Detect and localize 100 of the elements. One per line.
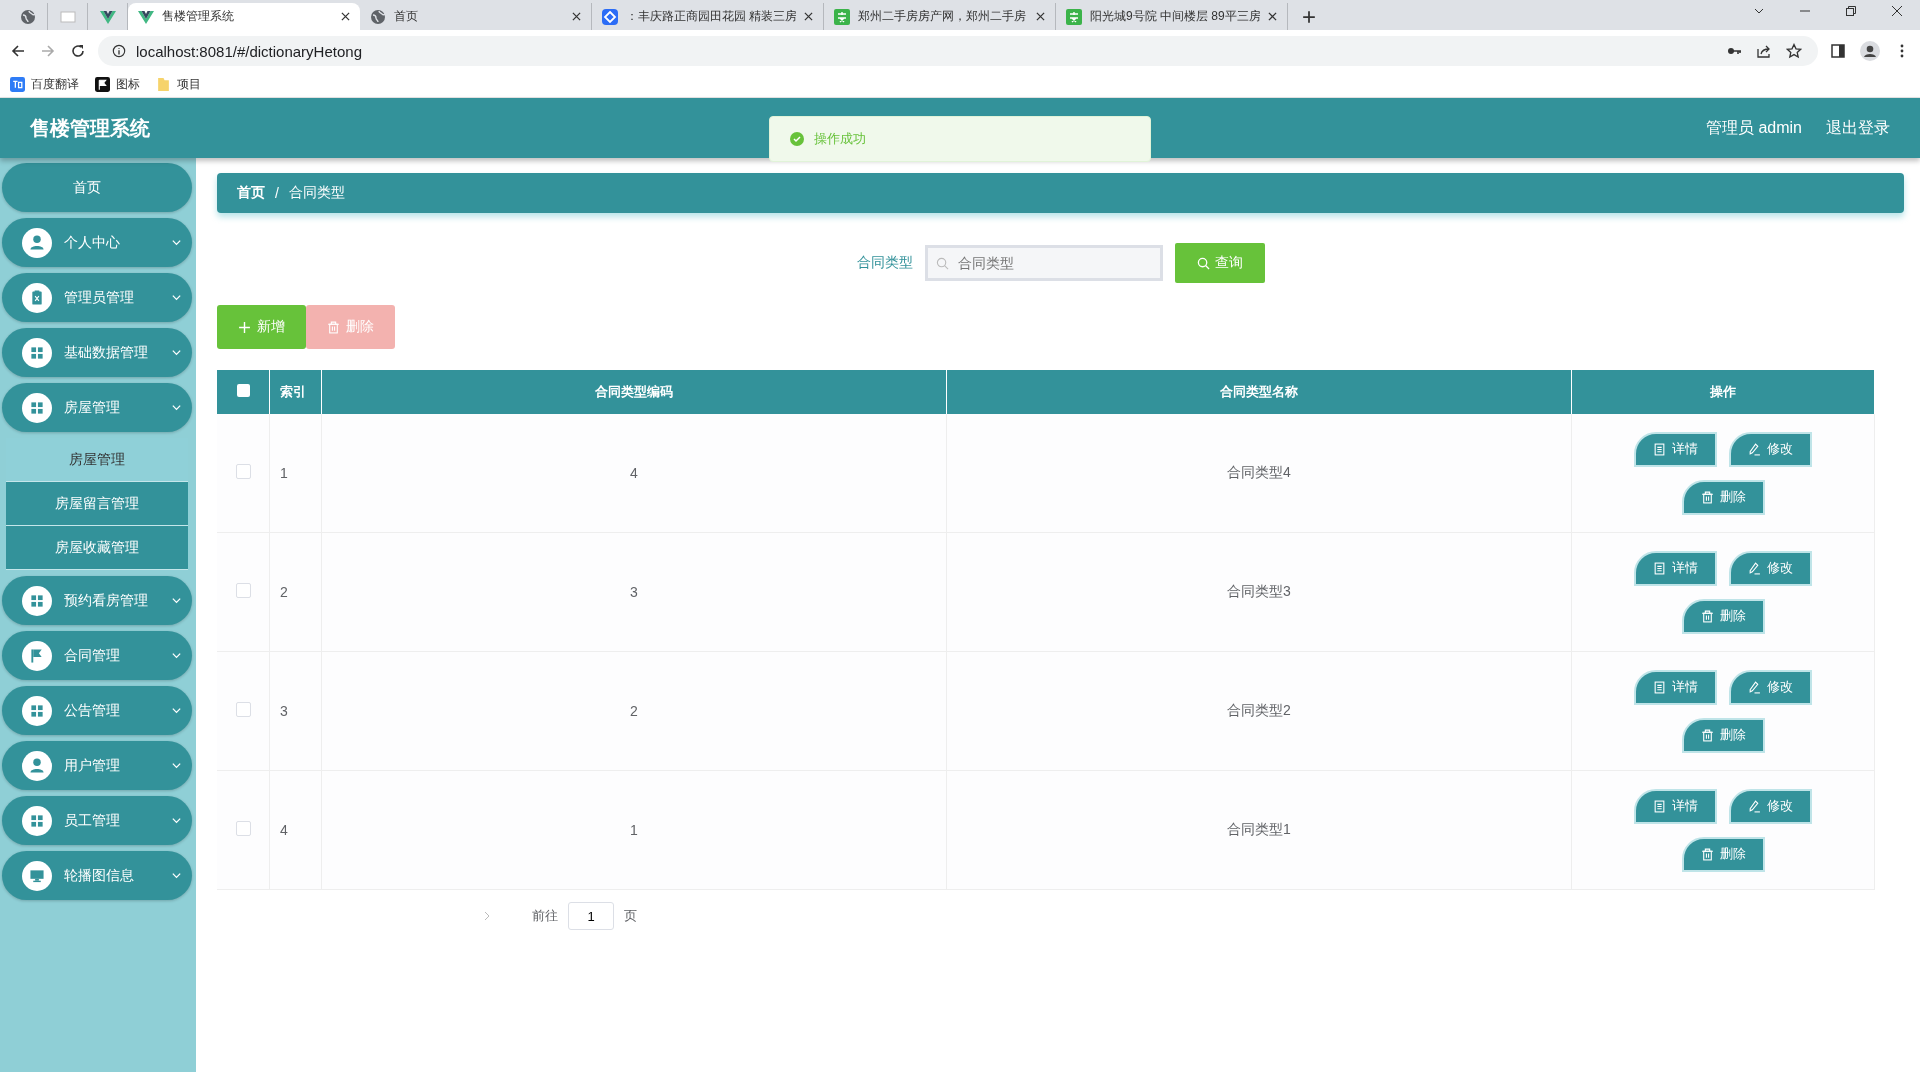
person-icon <box>22 750 52 781</box>
submenu-item[interactable]: 房屋收藏管理 <box>6 526 188 570</box>
bookmark[interactable]: 图标 <box>95 76 140 93</box>
submenu-item[interactable]: 房屋留言管理 <box>6 482 188 526</box>
search-field[interactable]: 合同类型 <box>924 245 1163 281</box>
close-icon[interactable] <box>1268 12 1277 21</box>
profile-icon[interactable] <box>1858 39 1882 63</box>
chevron-icon <box>171 237 182 248</box>
side-panel-icon[interactable] <box>1828 41 1848 61</box>
trash-icon <box>1700 847 1714 861</box>
grid-icon <box>22 337 52 368</box>
chevron-icon <box>171 402 182 413</box>
menu-item[interactable]: 房屋管理 <box>2 383 192 432</box>
close-icon[interactable] <box>1891 5 1903 17</box>
pencil-icon <box>1748 799 1761 813</box>
row-checkbox[interactable] <box>235 583 251 598</box>
v-logo-icon <box>138 8 154 25</box>
page-suffix: 页 <box>624 907 637 925</box>
row-checkbox[interactable] <box>235 821 251 836</box>
new-tab-icon[interactable] <box>1302 10 1316 24</box>
menu-item[interactable]: 管理员管理 <box>2 273 192 322</box>
delete-button[interactable]: 删除 <box>1681 717 1765 753</box>
delete-button[interactable]: 删除 <box>1681 836 1765 872</box>
delete-button[interactable]: 删除 <box>1681 598 1765 634</box>
document-icon <box>1653 442 1666 456</box>
menu-item[interactable]: 公告管理 <box>2 686 192 735</box>
site-logo-icon <box>602 8 618 25</box>
breadcrumb-current: 合同类型 <box>288 184 345 202</box>
table-cell: 合同类型4 <box>1227 464 1291 480</box>
menu-item[interactable]: 首页 <box>2 163 192 212</box>
detail-button[interactable]: 详情 <box>1634 550 1717 586</box>
menu-item[interactable]: 预约看房管理 <box>2 576 192 625</box>
browser-tab[interactable]: 售楼管理系统 <box>128 3 360 30</box>
page-input[interactable]: 1 <box>568 902 614 930</box>
search-button[interactable]: 查询 <box>1174 243 1265 283</box>
breadcrumb-link[interactable]: 首页 <box>237 184 265 202</box>
close-icon[interactable] <box>341 12 350 21</box>
site-logo-icon <box>834 8 850 25</box>
document-icon <box>1653 799 1666 813</box>
pencil-icon <box>1748 561 1761 575</box>
search-icon <box>1196 256 1210 270</box>
detail-button[interactable]: 详情 <box>1634 669 1717 705</box>
menu-item[interactable]: 合同管理 <box>2 631 192 680</box>
logout-link[interactable]: 退出登录 <box>1826 117 1890 139</box>
info-icon <box>112 44 126 58</box>
clipboard-icon <box>22 282 52 313</box>
pencil-icon <box>1748 680 1761 694</box>
menu-item[interactable]: 轮播图信息 <box>2 851 192 900</box>
trash-icon <box>1700 728 1714 742</box>
site-logo-icon <box>1066 8 1082 25</box>
v-logo-icon <box>99 8 116 25</box>
detail-button[interactable]: 详情 <box>1634 788 1717 824</box>
row-checkbox[interactable] <box>235 702 251 717</box>
edit-button[interactable]: 修改 <box>1729 431 1812 467</box>
user-name: 管理员 admin <box>1705 117 1802 138</box>
add-button[interactable]: 新增 <box>217 305 306 349</box>
table-cell: 合同类型2 <box>1227 702 1291 718</box>
person-icon <box>22 227 52 258</box>
translate-icon <box>10 77 25 92</box>
table-cell: 4 <box>280 822 288 838</box>
menu-item[interactable]: 用户管理 <box>2 741 192 790</box>
chevron-icon <box>171 347 182 358</box>
row-checkbox[interactable] <box>235 464 251 479</box>
page-icon <box>59 8 76 25</box>
check-circle-icon <box>790 132 804 146</box>
document-icon <box>1653 680 1666 694</box>
close-icon[interactable] <box>572 12 581 21</box>
column-header: 合同类型名称 <box>1220 384 1298 399</box>
edit-button[interactable]: 修改 <box>1729 788 1812 824</box>
trash-icon <box>1700 609 1714 623</box>
column-header: 合同类型编码 <box>595 384 673 399</box>
delete-button[interactable]: 删除 <box>1681 479 1765 515</box>
column-header: 索引 <box>280 384 306 399</box>
star-icon[interactable] <box>1784 41 1804 61</box>
restore-icon[interactable] <box>1845 5 1857 17</box>
table-cell: 2 <box>630 703 638 719</box>
chevron-icon <box>171 292 182 303</box>
menu-item[interactable]: 个人中心 <box>2 218 192 267</box>
bookmark[interactable]: 百度翻译 <box>10 76 79 93</box>
tab-title: ：丰庆路正商园田花园 精装三房 <box>626 8 796 25</box>
edit-button[interactable]: 修改 <box>1729 669 1812 705</box>
menu-item[interactable]: 员工管理 <box>2 796 192 845</box>
table-cell: 1 <box>630 822 638 838</box>
select-all-checkbox[interactable] <box>236 384 250 397</box>
menu-item[interactable]: 基础数据管理 <box>2 328 192 377</box>
close-icon[interactable] <box>804 12 813 21</box>
chevron-icon <box>171 870 182 881</box>
tab-title: 阳光城9号院 中间楼层 89平三房 <box>1090 8 1260 25</box>
close-icon[interactable] <box>1036 12 1045 21</box>
column-header: 操作 <box>1710 384 1736 399</box>
plus-icon <box>238 320 251 334</box>
bookmark[interactable]: 项目 <box>156 76 201 93</box>
tab-title: 郑州二手房房产网，郑州二手房 <box>858 8 1027 25</box>
tab-title: 售楼管理系统 <box>162 8 235 25</box>
edit-button[interactable]: 修改 <box>1729 550 1812 586</box>
address-bar[interactable]: localhost:8081/#/dictionaryHetong <box>98 36 1818 66</box>
monitor-icon <box>22 860 52 891</box>
flag-icon <box>22 640 52 671</box>
detail-button[interactable]: 详情 <box>1634 431 1717 467</box>
trash-icon <box>327 320 340 334</box>
